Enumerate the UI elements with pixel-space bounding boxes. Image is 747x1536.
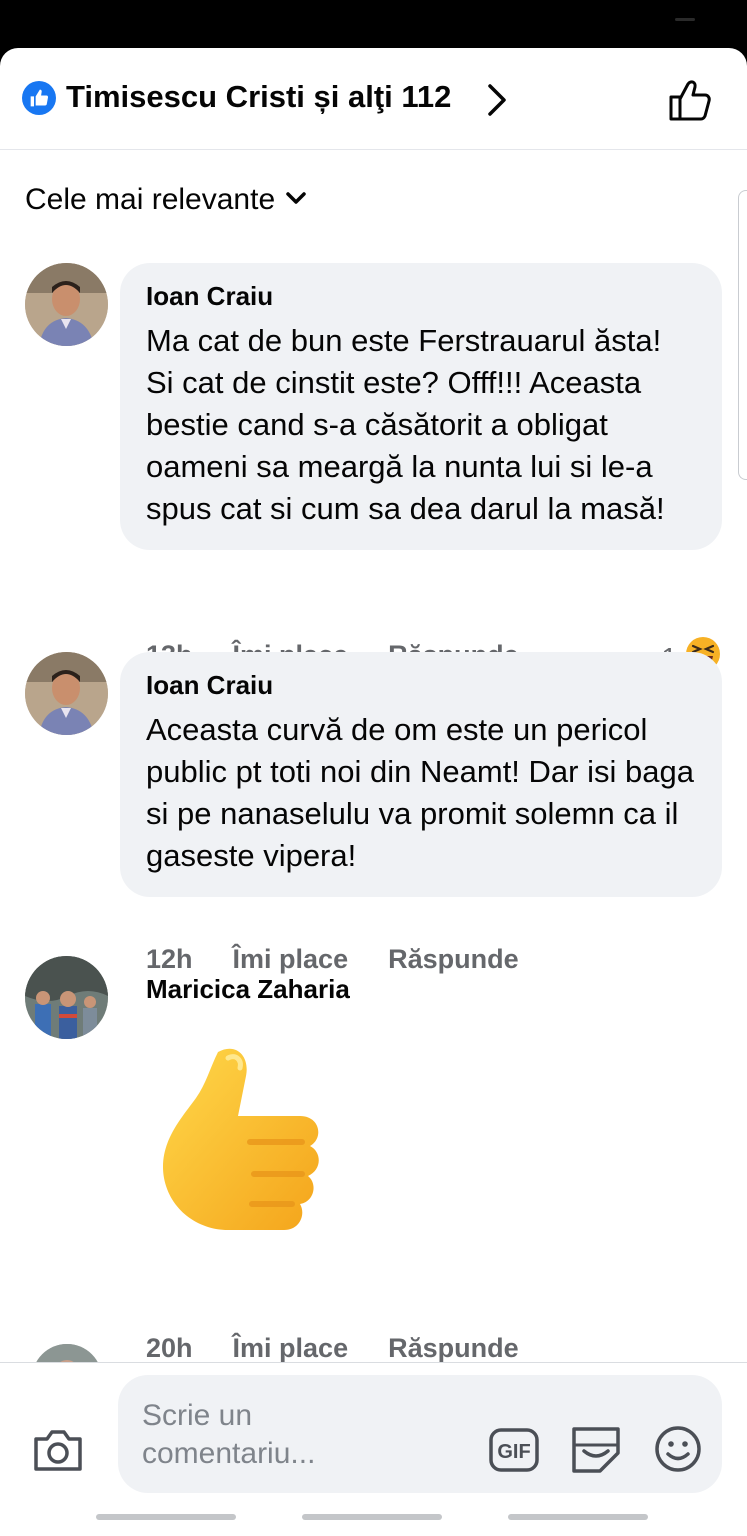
comment-author[interactable]: Maricica Zaharia: [146, 974, 350, 1005]
chevron-down-icon: [285, 190, 307, 211]
system-navigation-bar: [0, 1506, 747, 1536]
thumbs-up-sticker: [158, 1044, 334, 1259]
comment-text: Ma cat de bun este Ferstrauarul ăsta! Si…: [146, 323, 665, 526]
comment-input[interactable]: Scrie un comentariu... GIF: [118, 1375, 722, 1493]
nav-handle[interactable]: [96, 1514, 236, 1520]
chevron-right-icon[interactable]: [484, 82, 510, 123]
camera-icon[interactable]: [32, 1427, 84, 1478]
like-comment-button[interactable]: Îmi place: [233, 944, 349, 975]
like-button-icon[interactable]: [668, 78, 714, 127]
status-bar: [0, 0, 747, 50]
emoji-icon[interactable]: [654, 1425, 702, 1478]
comment-author[interactable]: Ioan Craiu: [146, 281, 696, 312]
comment-time: 12h: [146, 944, 193, 974]
reactions-header[interactable]: Timisescu Cristi și alţi 112: [0, 48, 747, 150]
comment-time: 20h: [146, 1333, 193, 1363]
comment-text: Aceasta curvă de om este un pericol publ…: [146, 712, 694, 873]
comment-author[interactable]: Ioan Craiu: [146, 670, 696, 701]
comment-actions: 20h Îmi place Răspunde: [146, 1333, 519, 1364]
gif-icon[interactable]: GIF: [488, 1427, 540, 1478]
avatar[interactable]: [25, 263, 108, 346]
svg-text:GIF: GIF: [497, 1441, 530, 1463]
comment-input-placeholder[interactable]: Scrie un comentariu...: [142, 1397, 342, 1473]
reactors-summary[interactable]: Timisescu Cristi și alţi 112: [66, 79, 451, 115]
comments-sheet: Timisescu Cristi și alţi 112 Cele mai re…: [0, 48, 747, 1536]
sticker-icon[interactable]: [570, 1423, 622, 1480]
reply-button[interactable]: Răspunde: [388, 1333, 519, 1364]
scrollbar[interactable]: [738, 190, 747, 480]
comment-bubble[interactable]: Ioan Craiu Aceasta curvă de om este un p…: [120, 652, 722, 897]
like-comment-button[interactable]: Îmi place: [233, 1333, 349, 1364]
like-reaction-icon: [22, 81, 56, 115]
sort-dropdown[interactable]: Cele mai relevante: [25, 183, 307, 217]
comment-actions: 12h Îmi place Răspunde: [146, 944, 519, 975]
avatar[interactable]: [25, 956, 108, 1039]
comment-bubble[interactable]: Ioan Craiu Ma cat de bun este Ferstrauar…: [120, 263, 722, 550]
status-indicator: [675, 18, 695, 21]
nav-handle[interactable]: [508, 1514, 648, 1520]
sort-label: Cele mai relevante: [25, 183, 276, 216]
reply-button[interactable]: Răspunde: [388, 944, 519, 975]
avatar[interactable]: [25, 652, 108, 735]
nav-handle[interactable]: [302, 1514, 442, 1520]
